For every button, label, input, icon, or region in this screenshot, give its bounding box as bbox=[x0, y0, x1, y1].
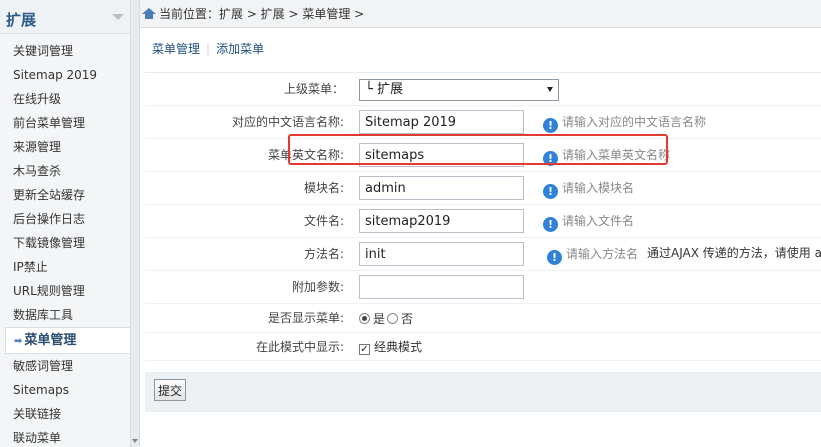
module-tip: ! 请输入模块名 bbox=[543, 172, 634, 204]
file-name-label: 文件名: bbox=[303, 214, 344, 228]
arrow-right-icon: ➡ bbox=[14, 336, 23, 347]
sidebar-list: 关键词管理 Sitemap 2019 在线升级 前台菜单管理 来源管理 木马查杀… bbox=[0, 34, 130, 447]
cn-name-input[interactable] bbox=[359, 110, 524, 134]
method-input[interactable] bbox=[359, 242, 524, 266]
module-tip-text: 请输入模块名 bbox=[562, 181, 635, 195]
cn-name-tip: ! 请输入对应的中文语言名称 bbox=[543, 106, 706, 138]
tab-bar: 菜单管理 | 添加菜单 bbox=[152, 40, 264, 57]
row-params: 附加参数: bbox=[145, 271, 821, 304]
sidebar-item-mirror[interactable]: 下载镜像管理 bbox=[0, 231, 130, 255]
sidebar-item-linkage-menu[interactable]: 联动菜单 bbox=[0, 426, 130, 447]
file-name-tip-text: 请输入文件名 bbox=[562, 214, 635, 228]
classic-mode-label: 经典模式 bbox=[374, 340, 423, 354]
sidebar-item-source[interactable]: 来源管理 bbox=[0, 135, 130, 159]
mode-check-group: ✓ 经典模式 bbox=[359, 333, 422, 361]
display-no-radio[interactable] bbox=[387, 313, 399, 324]
collapse-arrow-icon[interactable] bbox=[112, 14, 124, 20]
sidebar-item-related-links[interactable]: 关联链接 bbox=[0, 402, 130, 426]
en-name-input[interactable] bbox=[359, 143, 524, 167]
row-file-name: 文件名: ! 请输入文件名 bbox=[145, 205, 821, 238]
submit-bar: 提交 bbox=[145, 372, 821, 412]
tab-separator: | bbox=[206, 42, 211, 56]
en-name-tip-text: 请输入菜单英文名称 bbox=[562, 148, 671, 162]
file-name-input[interactable] bbox=[359, 209, 524, 233]
sidebar-item-ip-ban[interactable]: IP禁止 bbox=[0, 255, 130, 279]
display-yes-radio[interactable] bbox=[359, 313, 370, 324]
sidebar-item-trojan-scan[interactable]: 木马查杀 bbox=[0, 159, 130, 183]
info-icon: ! bbox=[543, 184, 558, 199]
home-icon[interactable] bbox=[142, 8, 156, 19]
sidebar-header: 扩展 bbox=[0, 0, 130, 34]
params-input[interactable] bbox=[359, 275, 524, 299]
sidebar-scrollbar[interactable] bbox=[131, 0, 140, 447]
row-method: 方法名: ! 请输入方法名 通过AJAX 传递的方法，请使用 a bbox=[145, 238, 821, 271]
info-icon: ! bbox=[543, 151, 558, 166]
file-name-tip: ! 请输入文件名 bbox=[543, 205, 634, 237]
submit-button[interactable]: 提交 bbox=[154, 379, 187, 401]
method-label: 方法名: bbox=[303, 247, 344, 261]
cn-name-label: 对应的中文语言名称: bbox=[231, 115, 344, 129]
breadcrumb: 当前位置：扩展 > 扩展 > 菜单管理 > bbox=[140, 0, 821, 28]
tab-add-menu[interactable]: 添加菜单 bbox=[216, 42, 264, 56]
sidebar: 扩展 关键词管理 Sitemap 2019 在线升级 前台菜单管理 来源管理 木… bbox=[0, 0, 131, 447]
main-panel: 当前位置：扩展 > 扩展 > 菜单管理 > 菜单管理 | 添加菜单 上级菜单： └ … bbox=[140, 0, 821, 447]
row-parent-menu: 上级菜单： └ 扩展 bbox=[145, 73, 821, 106]
sidebar-item-keywords[interactable]: 关键词管理 bbox=[0, 39, 130, 63]
display-yes-label: 是 bbox=[373, 312, 386, 326]
sidebar-item-admin-log[interactable]: 后台操作日志 bbox=[0, 207, 130, 231]
sidebar-item-online-upgrade[interactable]: 在线升级 bbox=[0, 87, 130, 111]
row-en-name: 菜单英文名称: ! 请输入菜单英文名称 bbox=[145, 139, 821, 172]
sidebar-item-menu-manage[interactable]: ➡ 菜单管理 bbox=[5, 327, 130, 354]
sidebar-item-front-menu[interactable]: 前台菜单管理 bbox=[0, 111, 130, 135]
info-icon: ! bbox=[543, 118, 558, 133]
module-label: 模块名: bbox=[303, 181, 344, 195]
tab-menu-manage[interactable]: 菜单管理 bbox=[152, 42, 200, 56]
sidebar-item-url-rules[interactable]: URL规则管理 bbox=[0, 279, 130, 303]
row-mode: 在此模式中显示: ✓ 经典模式 bbox=[145, 333, 821, 361]
parent-menu-label: 上级菜单： bbox=[283, 82, 344, 96]
sidebar-item-sensitive-words[interactable]: 敏感词管理 bbox=[0, 354, 130, 378]
sidebar-item-sitemaps[interactable]: Sitemaps bbox=[0, 378, 130, 402]
en-name-tip: ! 请输入菜单英文名称 bbox=[543, 139, 670, 171]
classic-mode-checkbox[interactable]: ✓ bbox=[359, 344, 370, 355]
info-icon: ! bbox=[543, 217, 558, 232]
menu-form: 上级菜单： └ 扩展 对应的中文语言名称: ! 请输入对应的中文语言名称 菜单英文… bbox=[145, 72, 821, 361]
display-radio-group: 是否 bbox=[359, 304, 413, 334]
en-name-label: 菜单英文名称: bbox=[267, 148, 344, 162]
parent-menu-select[interactable]: └ 扩展 bbox=[359, 79, 559, 101]
sidebar-item-label: 菜单管理 bbox=[24, 333, 77, 348]
row-cn-name: 对应的中文语言名称: ! 请输入对应的中文语言名称 bbox=[145, 106, 821, 139]
row-display: 是否显示菜单: 是否 bbox=[145, 304, 821, 333]
method-tip: ! 请输入方法名 bbox=[547, 238, 638, 270]
sidebar-item-update-cache[interactable]: 更新全站缓存 bbox=[0, 183, 130, 207]
sidebar-title: 扩展 bbox=[6, 11, 37, 29]
sidebar-item-database[interactable]: 数据库工具 bbox=[0, 303, 130, 327]
method-tip-text: 请输入方法名 bbox=[566, 247, 639, 261]
display-label: 是否显示菜单: bbox=[267, 311, 344, 325]
scroll-down-icon[interactable] bbox=[132, 439, 138, 443]
row-module: 模块名: ! 请输入模块名 bbox=[145, 172, 821, 205]
cn-name-tip-text: 请输入对应的中文语言名称 bbox=[562, 115, 707, 129]
params-label: 附加参数: bbox=[291, 280, 344, 294]
parent-menu-value: └ 扩展 bbox=[365, 82, 403, 97]
info-icon: ! bbox=[547, 250, 562, 265]
display-no-label: 否 bbox=[401, 312, 414, 326]
method-extra-note: 通过AJAX 传递的方法，请使用 a bbox=[647, 246, 821, 260]
module-input[interactable] bbox=[359, 176, 524, 200]
sidebar-item-sitemap-2019[interactable]: Sitemap 2019 bbox=[0, 63, 130, 87]
breadcrumb-text: 当前位置：扩展 > 扩展 > 菜单管理 > bbox=[159, 7, 365, 21]
dropdown-arrow-icon bbox=[547, 87, 553, 92]
mode-label: 在此模式中显示: bbox=[255, 340, 344, 354]
